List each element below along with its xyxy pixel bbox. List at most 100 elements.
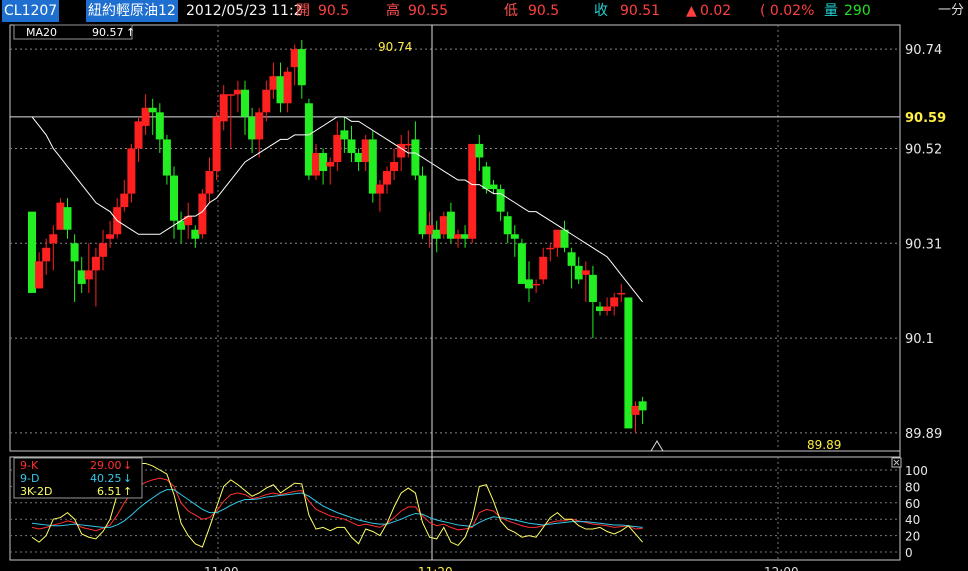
candle-body [517, 243, 526, 284]
candle-body [446, 211, 455, 239]
candle [290, 44, 299, 86]
candle-body [425, 225, 434, 235]
candle [233, 80, 242, 113]
candle-body [226, 94, 235, 96]
candle-body [482, 166, 491, 190]
candle [496, 184, 505, 221]
candle-body [120, 193, 129, 208]
candle-body [596, 306, 604, 312]
d-value: 40.25 [90, 472, 122, 485]
candle-body [411, 139, 420, 176]
candle-body [290, 49, 299, 68]
candle-body [610, 297, 619, 307]
candle-body [49, 234, 58, 244]
candle-body [624, 297, 633, 429]
ma-label: MA20 [26, 26, 57, 39]
price-tick-label: 90.52 [905, 142, 942, 157]
candle [574, 256, 583, 284]
candle [361, 134, 370, 172]
ma-arrow-icon: ↑ [126, 26, 135, 39]
candle [84, 243, 93, 293]
candle [212, 112, 221, 181]
price-tick-label: 90.74 [905, 43, 942, 58]
candle [49, 225, 58, 271]
low-marker-label: 89.89 [807, 438, 841, 452]
candle [99, 229, 107, 271]
candle [539, 247, 548, 284]
candle [177, 211, 186, 244]
candle-body [212, 116, 221, 172]
candle-body [219, 94, 228, 122]
candle-body [304, 103, 313, 176]
candle [106, 220, 115, 248]
candle-body [269, 76, 278, 90]
candle [596, 301, 604, 316]
candle [312, 143, 320, 181]
candle [617, 283, 626, 302]
candle [432, 220, 441, 253]
candle [397, 134, 406, 172]
candle-body [297, 49, 306, 86]
candle [155, 103, 164, 153]
candle-body [241, 89, 249, 117]
candle-body [148, 107, 157, 113]
candle-body [319, 152, 328, 172]
candle-body [361, 139, 370, 162]
candle-body [390, 161, 399, 172]
candle [375, 180, 384, 212]
candle [439, 211, 448, 239]
candle [446, 202, 455, 244]
candle-body [503, 216, 512, 235]
candle-body [532, 283, 541, 286]
d-arrow-icon: ↓ [123, 472, 132, 485]
up-caret-icon [650, 440, 664, 452]
candle [184, 202, 193, 239]
candle [63, 198, 72, 239]
close-icon[interactable] [891, 457, 902, 468]
candle-body [539, 256, 548, 280]
candle-body [368, 139, 377, 194]
kd-tick-label: 0 [905, 546, 913, 560]
candle [624, 297, 633, 429]
candle [326, 157, 335, 185]
candle [418, 166, 427, 239]
candle-body [255, 112, 264, 140]
candle [333, 121, 342, 172]
candle [56, 198, 65, 230]
candle-body [134, 121, 143, 149]
candle-body [191, 229, 200, 239]
chart-labels: MA20 90.57 ↑90.7490.5290.3190.189.8990.599… [13, 24, 946, 571]
candle [411, 121, 420, 181]
candle-body [70, 243, 79, 262]
candle [241, 80, 249, 135]
candle [248, 107, 257, 153]
candle [262, 80, 271, 122]
diff-arrow-icon: ↑ [123, 485, 132, 498]
candle-body [141, 107, 150, 126]
candle-body [106, 234, 115, 239]
chart-canvas[interactable]: MA20 90.57 ↑90.7490.5290.3190.189.8990.599… [0, 0, 968, 571]
candle [113, 198, 122, 239]
candle [205, 157, 214, 203]
candle [77, 256, 86, 293]
candle [304, 98, 313, 181]
candle [162, 134, 171, 185]
candle-body [617, 292, 626, 295]
candle [70, 234, 79, 302]
candle [35, 252, 44, 289]
candle-body [631, 405, 640, 415]
ma-value: 90.57 [92, 26, 124, 39]
candle-body [567, 252, 576, 266]
candle-body [603, 306, 612, 312]
candle [631, 401, 640, 433]
candle [191, 225, 200, 248]
candle-body [77, 270, 86, 284]
k-arrow-icon: ↓ [123, 459, 132, 472]
candle [255, 107, 264, 158]
candle [546, 243, 555, 262]
candle [127, 143, 136, 203]
candle-body [155, 112, 164, 140]
candle [588, 265, 597, 339]
candle [383, 166, 391, 194]
kd-tick-label: 40 [905, 513, 920, 527]
